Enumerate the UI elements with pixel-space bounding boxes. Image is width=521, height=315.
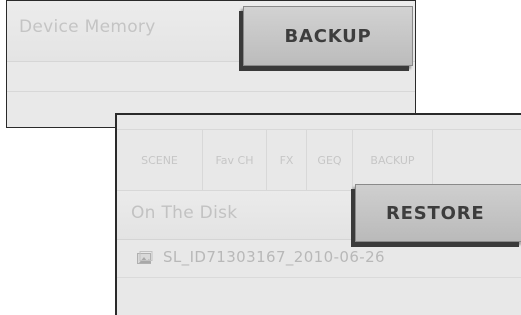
tab-scene[interactable]: SCENE — [117, 130, 203, 190]
tab-fx[interactable]: FX — [267, 130, 307, 190]
backup-button[interactable]: BACKUP — [243, 6, 413, 66]
device-memory-panel: Device Memory BACKUP — [6, 0, 416, 128]
restore-button[interactable]: RESTORE — [355, 184, 521, 242]
file-name: SL_ID71303167_2010-06-26 — [163, 248, 385, 266]
device-memory-row-divider — [7, 91, 415, 92]
device-memory-label: Device Memory — [19, 17, 156, 37]
on-the-disk-label: On The Disk — [131, 203, 238, 223]
tab-fav-ch[interactable]: Fav CH — [203, 130, 267, 190]
tab-geq[interactable]: GEQ — [307, 130, 353, 190]
disk-panel: SCENE Fav CH FX GEQ BACKUP On The Disk R… — [115, 113, 521, 315]
disk-row-divider — [117, 277, 521, 278]
tab-bar: SCENE Fav CH FX GEQ BACKUP — [117, 129, 521, 191]
tab-backup[interactable]: BACKUP — [353, 130, 433, 190]
file-icon — [137, 250, 153, 264]
file-list-item[interactable]: SL_ID71303167_2010-06-26 — [137, 245, 517, 269]
